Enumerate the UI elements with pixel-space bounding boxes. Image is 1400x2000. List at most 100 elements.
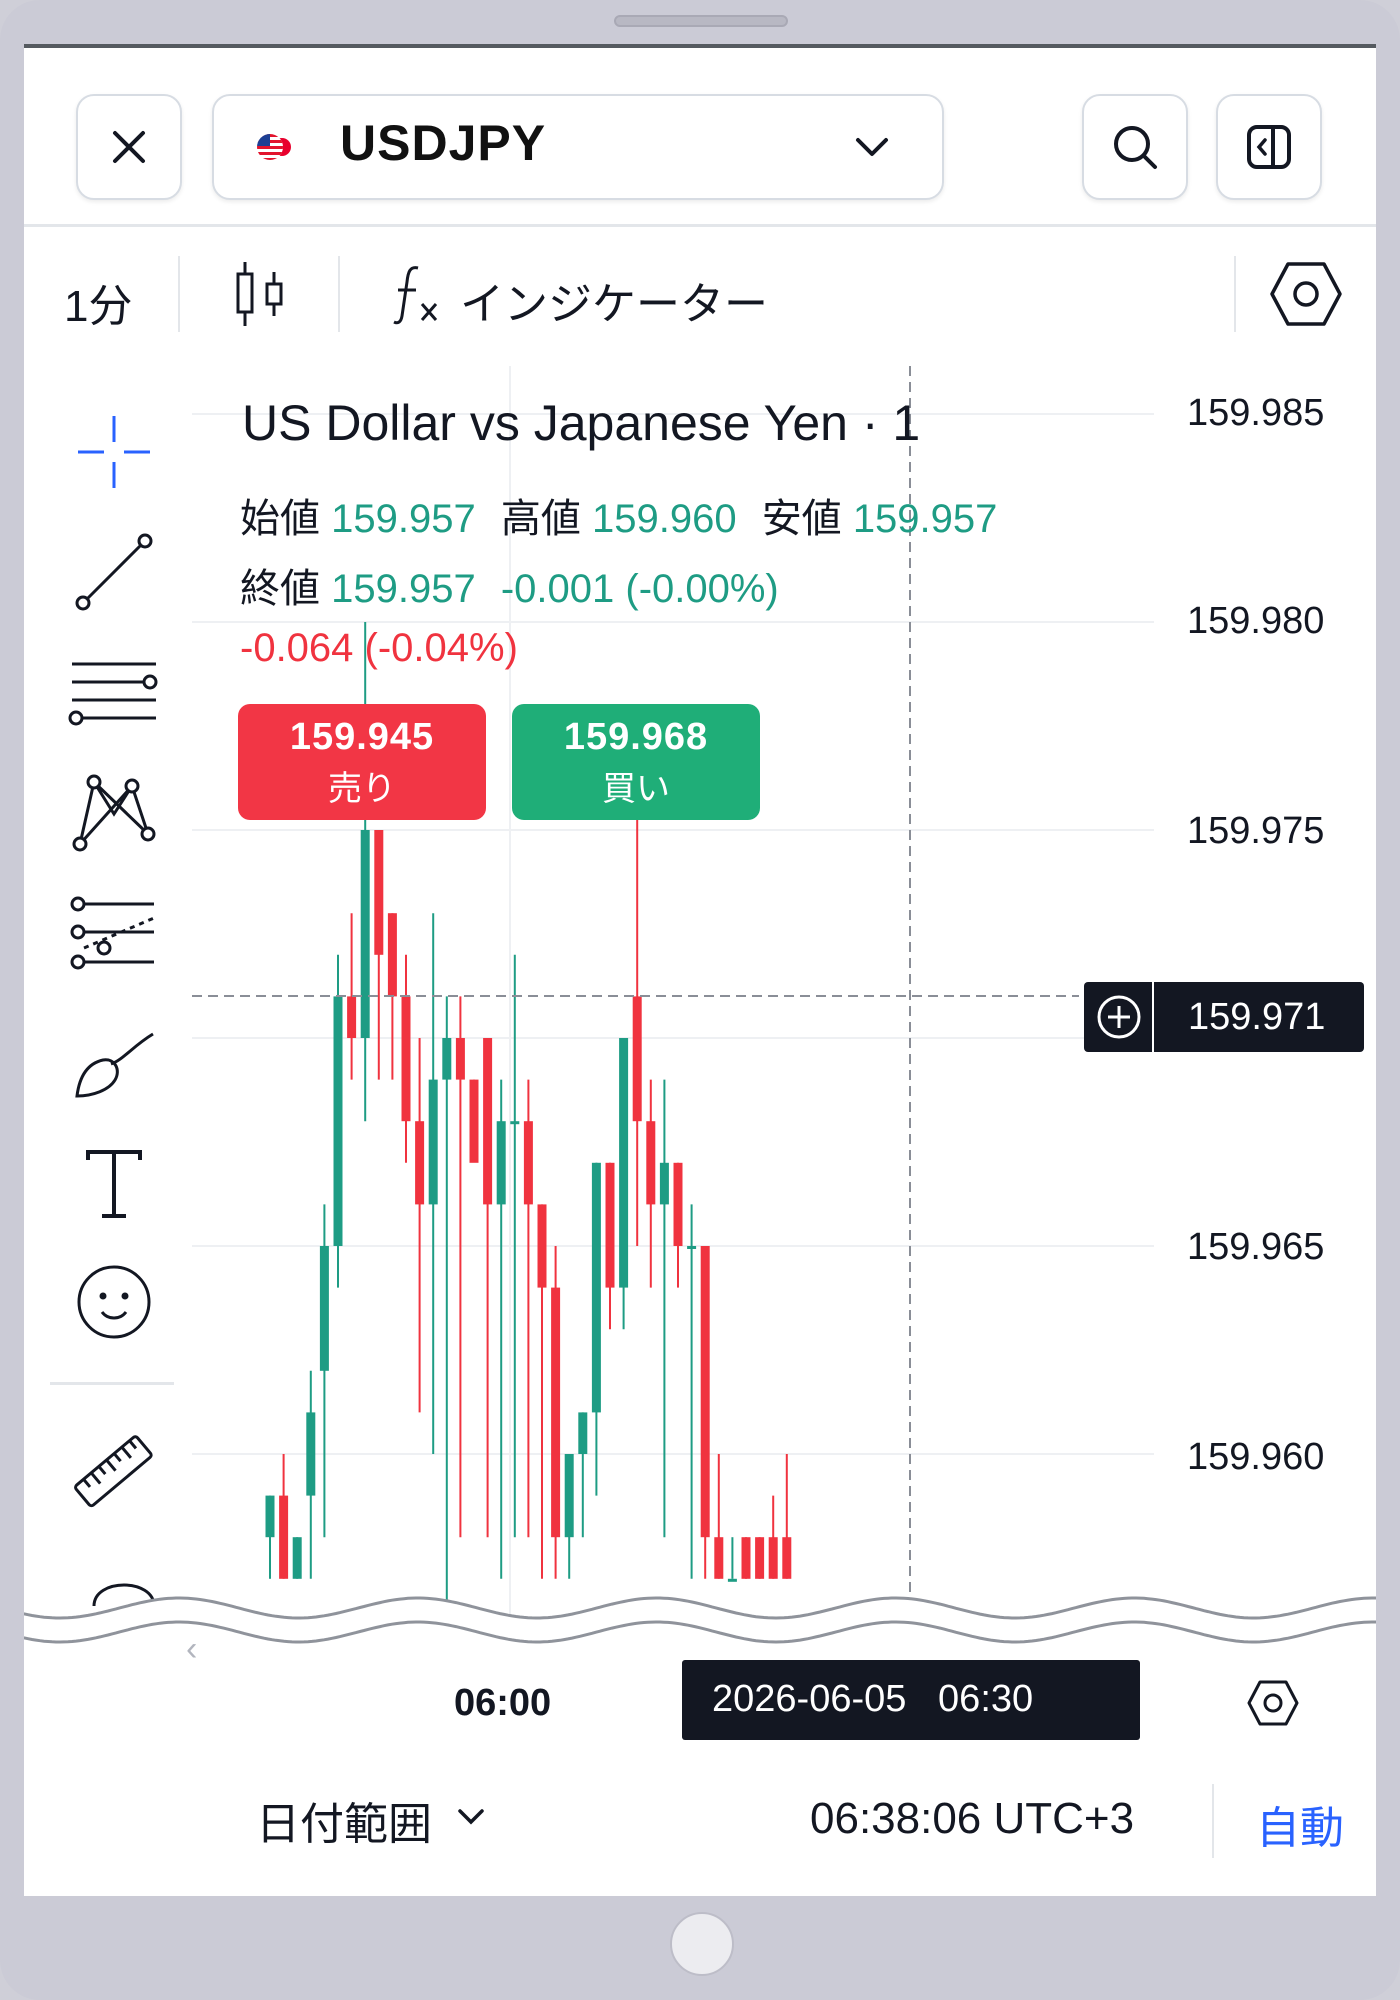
candle: [673, 1162, 683, 1288]
crosshair-price: 159.971: [1188, 996, 1326, 1038]
buy-label: 買い: [602, 770, 670, 808]
candle-body: [537, 1204, 547, 1288]
candle: [401, 954, 411, 1163]
candle-body: [265, 1495, 275, 1538]
clock: 06:38:06 UTC+3: [810, 1794, 1135, 1843]
candle: [700, 1246, 710, 1579]
candle: [496, 1079, 506, 1579]
price-axis-label: 159.980: [1187, 600, 1325, 642]
candle: [469, 1079, 479, 1163]
bar-change: -0.001 (-0.00%): [500, 567, 779, 611]
candle: [483, 1038, 493, 1538]
add-order-button[interactable]: [1084, 982, 1154, 1052]
device-frame: USDJPY 1分 インジケーター 159.985 159.980 159.97…: [0, 0, 1400, 2000]
candle: [564, 1454, 574, 1579]
candle: [523, 1079, 533, 1538]
crosshair-time-tag: 2026-06-05 06:30: [682, 1660, 1140, 1740]
date-range-button[interactable]: 日付範囲: [256, 1788, 484, 1849]
plus-circle-icon: [1097, 995, 1141, 1039]
candle-body: [578, 1412, 588, 1454]
sell-label: 売り: [328, 770, 396, 808]
candle-body: [496, 1121, 506, 1205]
candle: [455, 996, 465, 1538]
candle-body: [483, 1038, 493, 1205]
scroll-left-icon[interactable]: ‹: [186, 1630, 197, 1669]
candle: [782, 1454, 792, 1579]
candle-body: [306, 1412, 316, 1496]
candle-body: [632, 996, 642, 1122]
candle-body: [428, 1079, 438, 1205]
candle: [333, 954, 343, 1288]
price-axis-label: 159.985: [1187, 392, 1325, 434]
auto-scale-button[interactable]: 自動: [1256, 1792, 1344, 1856]
candle: [265, 1495, 275, 1579]
candle: [619, 1038, 629, 1330]
candle-body: [374, 830, 384, 955]
candle: [578, 1412, 588, 1538]
candle-body: [619, 1038, 629, 1288]
ohlc-row-2: 終値 159.957 -0.001 (-0.00%): [240, 556, 779, 614]
footer-separator: [1212, 1784, 1214, 1858]
hexagon-settings-icon: [1247, 1680, 1299, 1726]
candle-body: [319, 1246, 329, 1371]
candle-body: [469, 1079, 479, 1163]
candle: [632, 788, 642, 1246]
candle: [605, 1162, 615, 1330]
candle: [537, 1204, 547, 1579]
candle-body: [455, 1038, 465, 1080]
candle: [591, 1162, 601, 1496]
candle: [687, 1204, 697, 1579]
candle: [360, 622, 370, 1122]
candle-body: [605, 1162, 615, 1288]
candle: [279, 1454, 289, 1579]
buy-button[interactable]: 159.968 買い: [512, 704, 760, 820]
chart-title: US Dollar vs Japanese Yen · 1: [242, 395, 921, 451]
candle-body: [415, 1121, 425, 1205]
candle-body: [360, 830, 370, 1038]
candle: [646, 1079, 656, 1288]
candle-body: [442, 1038, 452, 1080]
close-value: 159.957: [331, 567, 476, 611]
candle-body: [646, 1121, 656, 1205]
close-label: 終値: [240, 567, 320, 611]
candle-body: [673, 1162, 683, 1246]
app-screen: USDJPY 1分 インジケーター 159.985 159.980 159.97…: [24, 44, 1376, 1896]
candle-body: [591, 1162, 601, 1413]
candle: [442, 996, 452, 1621]
time-axis-label: 06:00: [454, 1682, 552, 1724]
price-axis-label: 159.965: [1187, 1226, 1325, 1268]
time-axis-settings-button[interactable]: [1246, 1678, 1300, 1728]
candle-body: [347, 996, 357, 1038]
high-value: 159.960: [591, 497, 737, 541]
ohlc-row-1: 始値 159.957 高値 159.960 安値 159.957: [240, 486, 997, 544]
candle-body: [700, 1246, 710, 1538]
candle-body: [523, 1121, 533, 1205]
low-label: 安値: [761, 497, 842, 541]
candle: [768, 1495, 778, 1579]
candle: [374, 830, 384, 1080]
candle-body: [279, 1495, 289, 1579]
low-value: 159.957: [852, 497, 998, 541]
date-range-label: 日付範囲: [256, 1800, 432, 1849]
candle: [551, 1246, 561, 1579]
crosshair-price-tag: 159.971: [1084, 982, 1364, 1052]
candle: [306, 1370, 316, 1579]
candle: [319, 1204, 329, 1538]
candle-body: [659, 1162, 669, 1205]
buy-price: 159.968: [563, 716, 709, 758]
candle-body: [401, 996, 411, 1122]
price-axis-label: 159.960: [1187, 1436, 1325, 1478]
open-value: 159.957: [331, 497, 476, 541]
candle-body: [387, 913, 397, 997]
device-speaker: [614, 15, 788, 27]
device-home-button[interactable]: [670, 1912, 734, 1976]
high-label: 高値: [500, 497, 581, 541]
sell-button[interactable]: 159.945 売り: [238, 704, 486, 820]
candle: [714, 1454, 724, 1579]
price-axis-label: 159.975: [1187, 810, 1325, 852]
candle-body: [687, 1246, 697, 1249]
crosshair-time: 2026-06-05 06:30: [712, 1678, 1034, 1720]
candle-body: [510, 1121, 520, 1125]
sell-price: 159.945: [289, 716, 435, 758]
candle: [428, 913, 438, 1454]
